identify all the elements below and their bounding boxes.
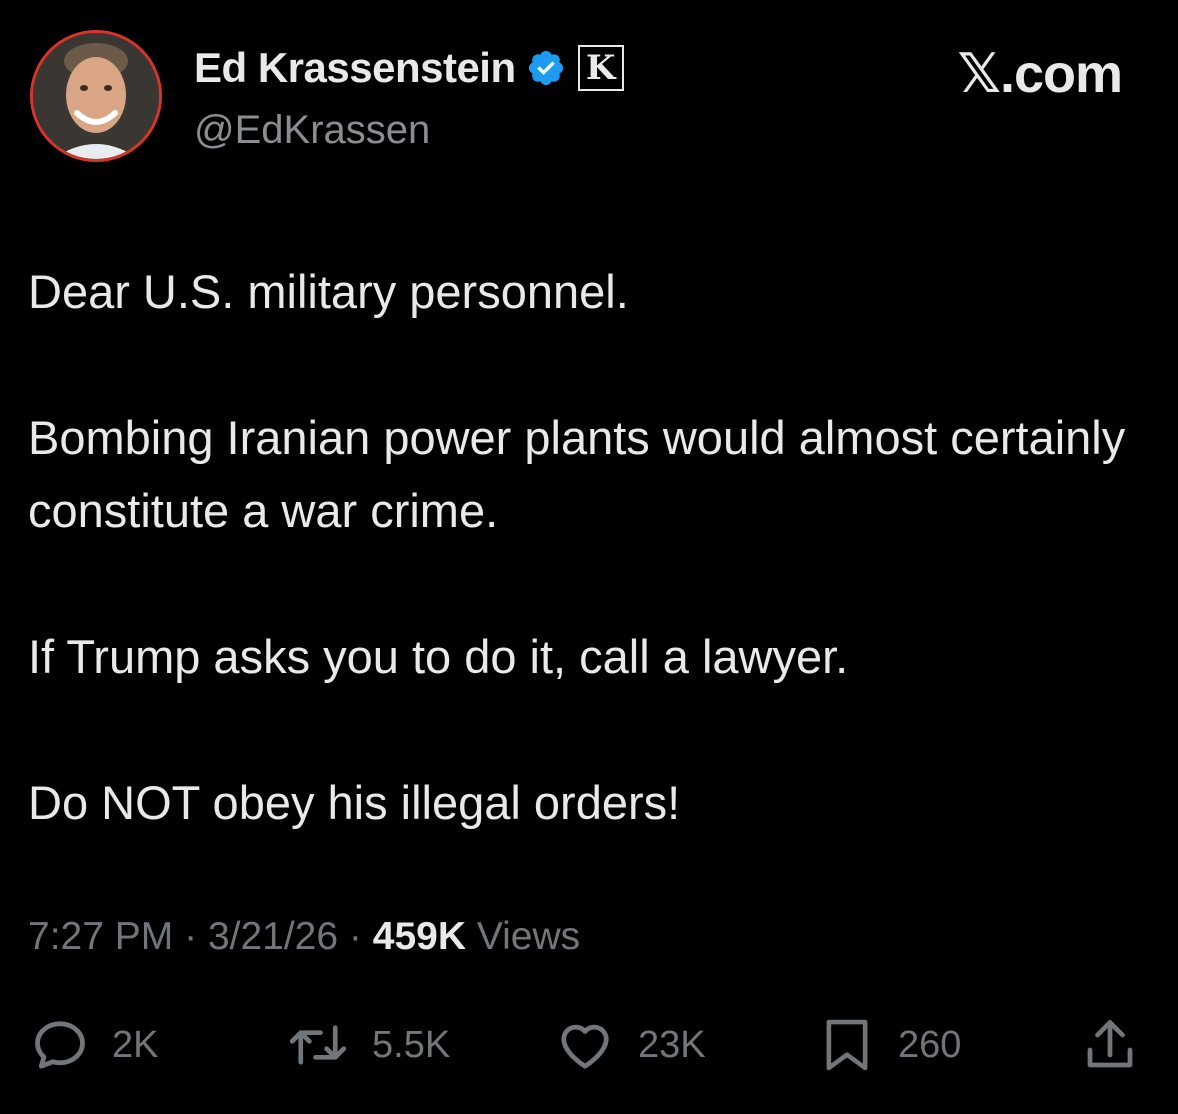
profile-photo bbox=[33, 33, 159, 159]
author-handle[interactable]: @EdKrassen bbox=[194, 108, 430, 153]
tweet-time[interactable]: 7:27 PM bbox=[28, 915, 173, 958]
bookmark-icon bbox=[818, 1015, 876, 1075]
views-label: Views bbox=[476, 915, 581, 958]
verified-check-icon[interactable] bbox=[526, 48, 566, 88]
tweet-paragraph: Dear U.S. military personnel. bbox=[28, 265, 629, 318]
bookmark-button[interactable]: 260 bbox=[818, 1010, 961, 1080]
meta-separator: · bbox=[348, 915, 362, 958]
repost-button[interactable]: 5.5K bbox=[286, 1010, 450, 1080]
tweet-date[interactable]: 3/21/26 bbox=[208, 915, 338, 958]
action-bar: 2K 5.5K 23K 260 bbox=[0, 1010, 1178, 1080]
like-button[interactable]: 23K bbox=[554, 1010, 706, 1080]
tweet-meta: 7:27 PM · 3/21/26 · 459K Views bbox=[28, 915, 580, 959]
author-display-name[interactable]: Ed Krassenstein bbox=[194, 44, 516, 92]
repost-count: 5.5K bbox=[372, 1023, 451, 1066]
views-count: 459K bbox=[372, 915, 466, 958]
repost-icon bbox=[286, 1015, 350, 1075]
tweet-paragraph: Bombing Iranian power plants would almos… bbox=[28, 411, 1126, 537]
share-icon bbox=[1080, 1015, 1140, 1075]
tweet-paragraph: Do NOT obey his illegal orders! bbox=[28, 776, 681, 829]
like-count: 23K bbox=[638, 1023, 706, 1066]
reply-count: 2K bbox=[112, 1023, 159, 1066]
reply-button[interactable]: 2K bbox=[30, 1010, 158, 1080]
heart-icon bbox=[554, 1015, 616, 1075]
bookmark-count: 260 bbox=[898, 1023, 962, 1066]
author-name-row: Ed Krassenstein K bbox=[194, 44, 624, 92]
affiliation-badge[interactable]: K bbox=[577, 45, 624, 91]
brand-label: 𝕏.com bbox=[957, 44, 1123, 104]
meta-separator: · bbox=[184, 915, 198, 958]
tweet-paragraph: If Trump asks you to do it, call a lawye… bbox=[28, 630, 849, 683]
reply-icon bbox=[30, 1015, 90, 1075]
avatar[interactable] bbox=[30, 30, 162, 162]
share-button[interactable] bbox=[1080, 1010, 1140, 1080]
tweet-body: Dear U.S. military personnel. Bombing Ir… bbox=[28, 255, 1138, 839]
